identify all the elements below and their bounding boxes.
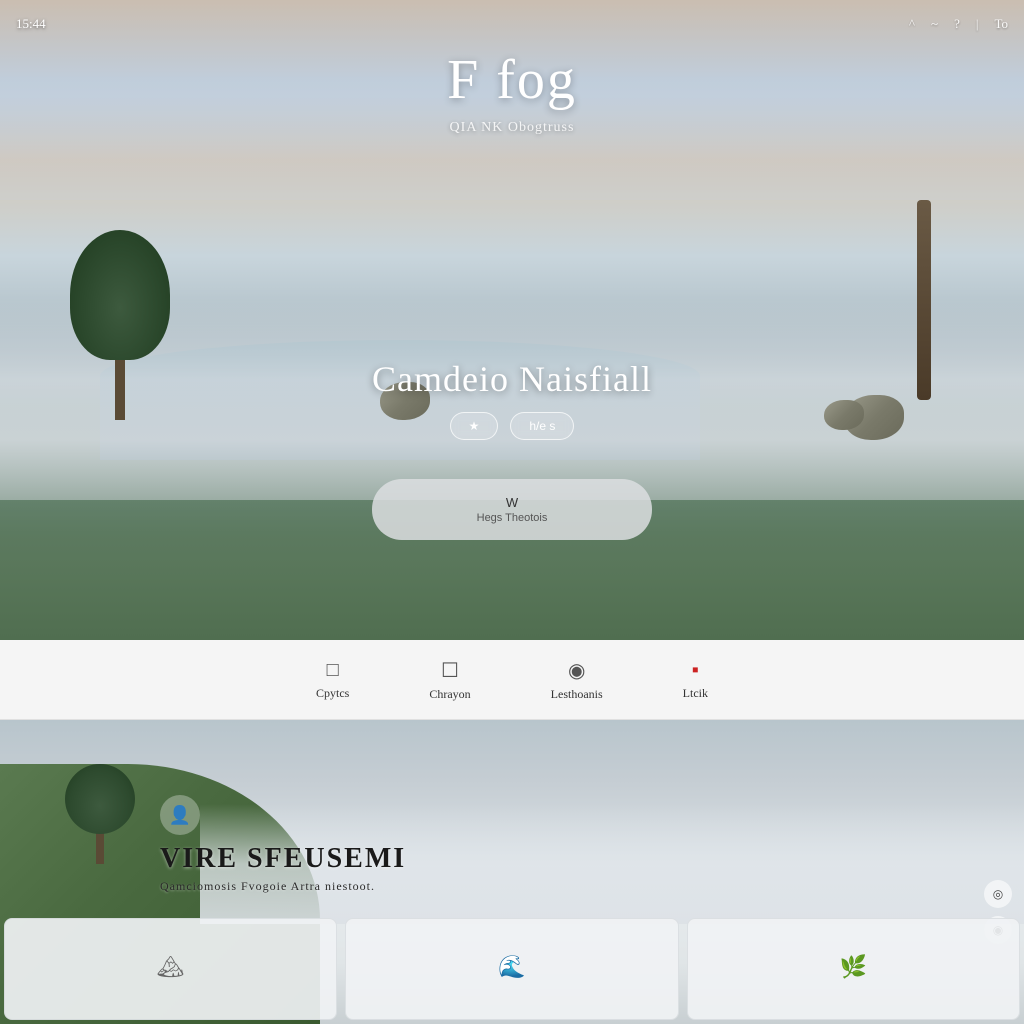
hero-section: F fog QIA NK Obogtruss Camdeio Naisfiall… bbox=[0, 0, 1024, 640]
card-3-icon: 🌿 bbox=[840, 954, 867, 980]
bottom-card-2[interactable]: 🌊 bbox=[345, 918, 678, 1020]
nav-item-captures[interactable]: □ Cpytcs bbox=[316, 659, 349, 701]
lower-main-title: VIRE SFEUSEMI bbox=[160, 843, 406, 875]
locations-icon: ◉ bbox=[568, 658, 585, 683]
bottom-cards: 🏔 🌊 🌿 bbox=[0, 914, 1024, 1024]
lower-section: 👤 VIRE SFEUSEMI Qamciomosis Fvogoie Artr… bbox=[0, 720, 1024, 1024]
time-display: 15:44 bbox=[16, 16, 46, 32]
bottom-card-1[interactable]: 🏔 bbox=[4, 918, 337, 1020]
hero-big-button-main: W bbox=[506, 495, 518, 510]
place-title: Camdeio Naisfiall bbox=[372, 358, 652, 400]
hero-content: F fog QIA NK Obogtruss Camdeio Naisfiall… bbox=[0, 0, 1024, 640]
hero-btn-1[interactable]: ★ bbox=[450, 412, 499, 440]
nav-item-link[interactable]: ▪ Ltcik bbox=[683, 659, 708, 701]
hero-subtitle: QIA NK Obogtruss bbox=[450, 120, 575, 136]
nav-item-locations[interactable]: ◉ Lesthoanis bbox=[551, 658, 603, 702]
separator-icon: | bbox=[976, 16, 979, 32]
badge-symbol: 👤 bbox=[169, 805, 191, 826]
characters-icon: ☐ bbox=[441, 658, 459, 683]
window-label: To bbox=[994, 16, 1008, 32]
top-bar: 15:44 ^ ~ ? | To bbox=[0, 0, 1024, 48]
lower-sub-text: Qamciomosis Fvogoie Artra niestoot. bbox=[160, 879, 406, 894]
link-icon: ▪ bbox=[692, 659, 699, 682]
card-1-icon: 🏔 bbox=[157, 954, 185, 980]
hero-center-block: Camdeio Naisfiall ★ h/e s bbox=[372, 358, 652, 440]
nav-section: □ Cpytcs ☐ Chrayon ◉ Lesthoanis ▪ Ltcik bbox=[0, 640, 1024, 720]
help-icon[interactable]: ? bbox=[954, 16, 960, 32]
lower-badge-icon: 👤 bbox=[160, 795, 200, 835]
wifi-icon[interactable]: ^ bbox=[909, 16, 915, 32]
captures-icon: □ bbox=[327, 659, 339, 682]
lower-icon-1[interactable]: ◎ bbox=[984, 880, 1012, 908]
lower-badge: 👤 bbox=[160, 795, 406, 835]
hero-big-button[interactable]: W Hegs Theotois bbox=[372, 479, 652, 540]
link-label: Ltcik bbox=[683, 686, 708, 701]
locations-label: Lesthoanis bbox=[551, 687, 603, 702]
lower-content-block: 👤 VIRE SFEUSEMI Qamciomosis Fvogoie Artr… bbox=[160, 795, 406, 894]
hero-big-button-sub: Hegs Theotois bbox=[452, 512, 572, 524]
characters-label: Chrayon bbox=[429, 687, 470, 702]
bottom-card-3[interactable]: 🌿 bbox=[687, 918, 1020, 1020]
system-icons: ^ ~ ? | To bbox=[909, 16, 1008, 32]
nav-item-characters[interactable]: ☐ Chrayon bbox=[429, 658, 470, 702]
captures-label: Cpytcs bbox=[316, 686, 349, 701]
signal-icon[interactable]: ~ bbox=[931, 16, 938, 32]
hero-action-buttons: ★ h/e s bbox=[372, 412, 652, 440]
hero-btn-2[interactable]: h/e s bbox=[510, 412, 574, 440]
hero-title: F fog bbox=[447, 48, 577, 112]
card-2-icon: 🌊 bbox=[498, 954, 525, 980]
lower-tree bbox=[60, 764, 140, 864]
